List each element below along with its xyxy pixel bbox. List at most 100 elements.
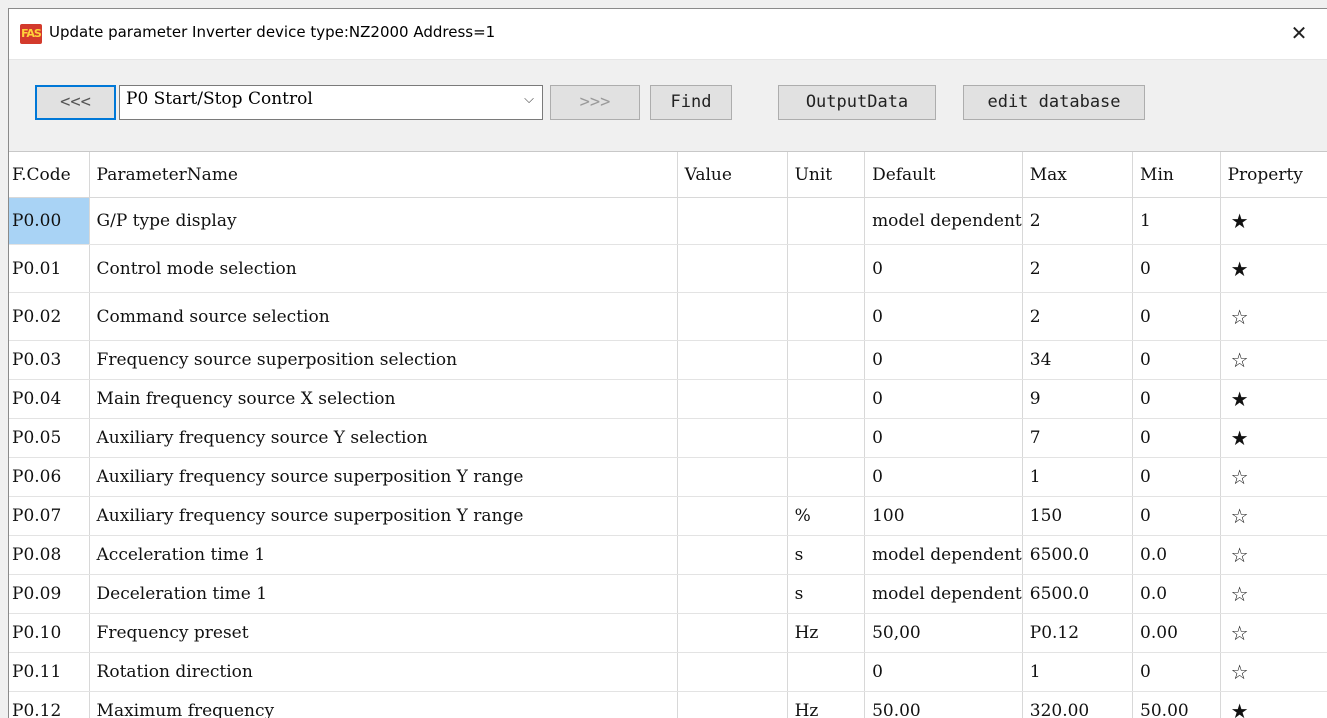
cell-min: 0	[1133, 380, 1221, 419]
cell-min: 0	[1133, 653, 1221, 692]
cell-property: ☆	[1220, 653, 1327, 692]
cell-parameter-name: Control mode selection	[89, 245, 677, 293]
cell-value[interactable]	[677, 653, 787, 692]
cell-fcode: P0.00	[9, 198, 89, 245]
cell-value[interactable]	[677, 575, 787, 614]
find-button[interactable]: Find	[650, 85, 732, 120]
title-bar: FAS Update parameter Inverter device typ…	[9, 9, 1327, 59]
cell-value[interactable]	[677, 536, 787, 575]
cell-max: 7	[1022, 419, 1132, 458]
cell-default: 0	[865, 653, 1023, 692]
cell-min: 0.0	[1133, 575, 1221, 614]
cell-value[interactable]	[677, 692, 787, 718]
cell-fcode: P0.12	[9, 692, 89, 718]
table-row[interactable]: P0.10Frequency presetHz50,00P0.120.00☆	[9, 614, 1327, 653]
table-row[interactable]: P0.06Auxiliary frequency source superpos…	[9, 458, 1327, 497]
column-header-unit[interactable]: Unit	[787, 152, 864, 198]
cell-property: ☆	[1220, 458, 1327, 497]
cell-parameter-name: Acceleration time 1	[89, 536, 677, 575]
cell-unit: s	[787, 575, 864, 614]
table-row[interactable]: P0.03Frequency source superposition sele…	[9, 341, 1327, 380]
cell-value[interactable]	[677, 380, 787, 419]
cell-default: 50.00	[865, 692, 1023, 718]
cell-parameter-name: Auxiliary frequency source superposition…	[89, 497, 677, 536]
cell-max: P0.12	[1022, 614, 1132, 653]
cell-fcode: P0.01	[9, 245, 89, 293]
column-header-value[interactable]: Value	[677, 152, 787, 198]
cell-unit	[787, 380, 864, 419]
cell-unit	[787, 245, 864, 293]
cell-min: 0.00	[1133, 614, 1221, 653]
cell-value[interactable]	[677, 614, 787, 653]
cell-fcode: P0.08	[9, 536, 89, 575]
edit-database-button[interactable]: edit database	[963, 85, 1145, 120]
chevron-down-icon[interactable]: ⌵	[524, 92, 534, 107]
cell-fcode: P0.10	[9, 614, 89, 653]
cell-value[interactable]	[677, 497, 787, 536]
cell-property: ☆	[1220, 575, 1327, 614]
cell-property: ☆	[1220, 614, 1327, 653]
cell-default: 50,00	[865, 614, 1023, 653]
cell-min: 0.0	[1133, 536, 1221, 575]
column-header-fcode[interactable]: F.Code	[9, 152, 89, 198]
update-parameter-window: FAS Update parameter Inverter device typ…	[8, 8, 1327, 718]
close-button[interactable]: ✕	[1284, 18, 1314, 48]
cell-fcode: P0.03	[9, 341, 89, 380]
cell-unit: Hz	[787, 692, 864, 718]
table-row[interactable]: P0.02Command source selection020☆	[9, 293, 1327, 341]
cell-property: ★	[1220, 198, 1327, 245]
cell-unit	[787, 419, 864, 458]
cell-parameter-name: Deceleration time 1	[89, 575, 677, 614]
column-header-min[interactable]: Min	[1133, 152, 1221, 198]
cell-min: 1	[1133, 198, 1221, 245]
cell-min: 0	[1133, 245, 1221, 293]
column-header-max[interactable]: Max	[1022, 152, 1132, 198]
table-row[interactable]: P0.12Maximum frequencyHz50.00320.0050.00…	[9, 692, 1327, 718]
cell-default: model dependent	[865, 198, 1023, 245]
cell-max: 34	[1022, 341, 1132, 380]
cell-max: 1	[1022, 653, 1132, 692]
next-group-button[interactable]: >>>	[550, 85, 640, 120]
cell-default: 0	[865, 293, 1023, 341]
cell-value[interactable]	[677, 293, 787, 341]
cell-value[interactable]	[677, 419, 787, 458]
cell-fcode: P0.05	[9, 419, 89, 458]
cell-unit: %	[787, 497, 864, 536]
column-header-property[interactable]: Property	[1220, 152, 1327, 198]
cell-default: 0	[865, 419, 1023, 458]
table-row[interactable]: P0.00G/P type displaymodel dependent21★	[9, 198, 1327, 245]
cell-property: ★	[1220, 380, 1327, 419]
cell-unit: s	[787, 536, 864, 575]
cell-value[interactable]	[677, 458, 787, 497]
cell-value[interactable]	[677, 198, 787, 245]
column-header-parameter-name[interactable]: ParameterName	[89, 152, 677, 198]
table-row[interactable]: P0.04Main frequency source X selection09…	[9, 380, 1327, 419]
cell-unit	[787, 198, 864, 245]
table-row[interactable]: P0.01Control mode selection020★	[9, 245, 1327, 293]
cell-fcode: P0.07	[9, 497, 89, 536]
parameter-group-value: P0 Start/Stop Control	[126, 89, 313, 109]
parameter-group-select[interactable]: P0 Start/Stop Control ⌵	[119, 85, 543, 120]
cell-max: 1	[1022, 458, 1132, 497]
cell-value[interactable]	[677, 341, 787, 380]
previous-group-button[interactable]: <<<	[35, 85, 116, 120]
cell-value[interactable]	[677, 245, 787, 293]
table-row[interactable]: P0.07Auxiliary frequency source superpos…	[9, 497, 1327, 536]
column-header-default[interactable]: Default	[865, 152, 1023, 198]
cell-max: 320.00	[1022, 692, 1132, 718]
cell-parameter-name: Main frequency source X selection	[89, 380, 677, 419]
window-title: Update parameter Inverter device type:NZ…	[49, 23, 495, 41]
output-data-button[interactable]: OutputData	[778, 85, 936, 120]
cell-default: model dependent	[865, 575, 1023, 614]
cell-fcode: P0.02	[9, 293, 89, 341]
cell-fcode: P0.09	[9, 575, 89, 614]
cell-parameter-name: Frequency source superposition selection	[89, 341, 677, 380]
table-row[interactable]: P0.09Deceleration time 1 smodel dependent…	[9, 575, 1327, 614]
table-row[interactable]: P0.05Auxiliary frequency source Y select…	[9, 419, 1327, 458]
table-row[interactable]: P0.08Acceleration time 1 smodel dependent…	[9, 536, 1327, 575]
cell-default: 0	[865, 380, 1023, 419]
cell-parameter-name: G/P type display	[89, 198, 677, 245]
cell-default: model dependent	[865, 536, 1023, 575]
table-row[interactable]: P0.11Rotation direction010☆	[9, 653, 1327, 692]
cell-fcode: P0.11	[9, 653, 89, 692]
